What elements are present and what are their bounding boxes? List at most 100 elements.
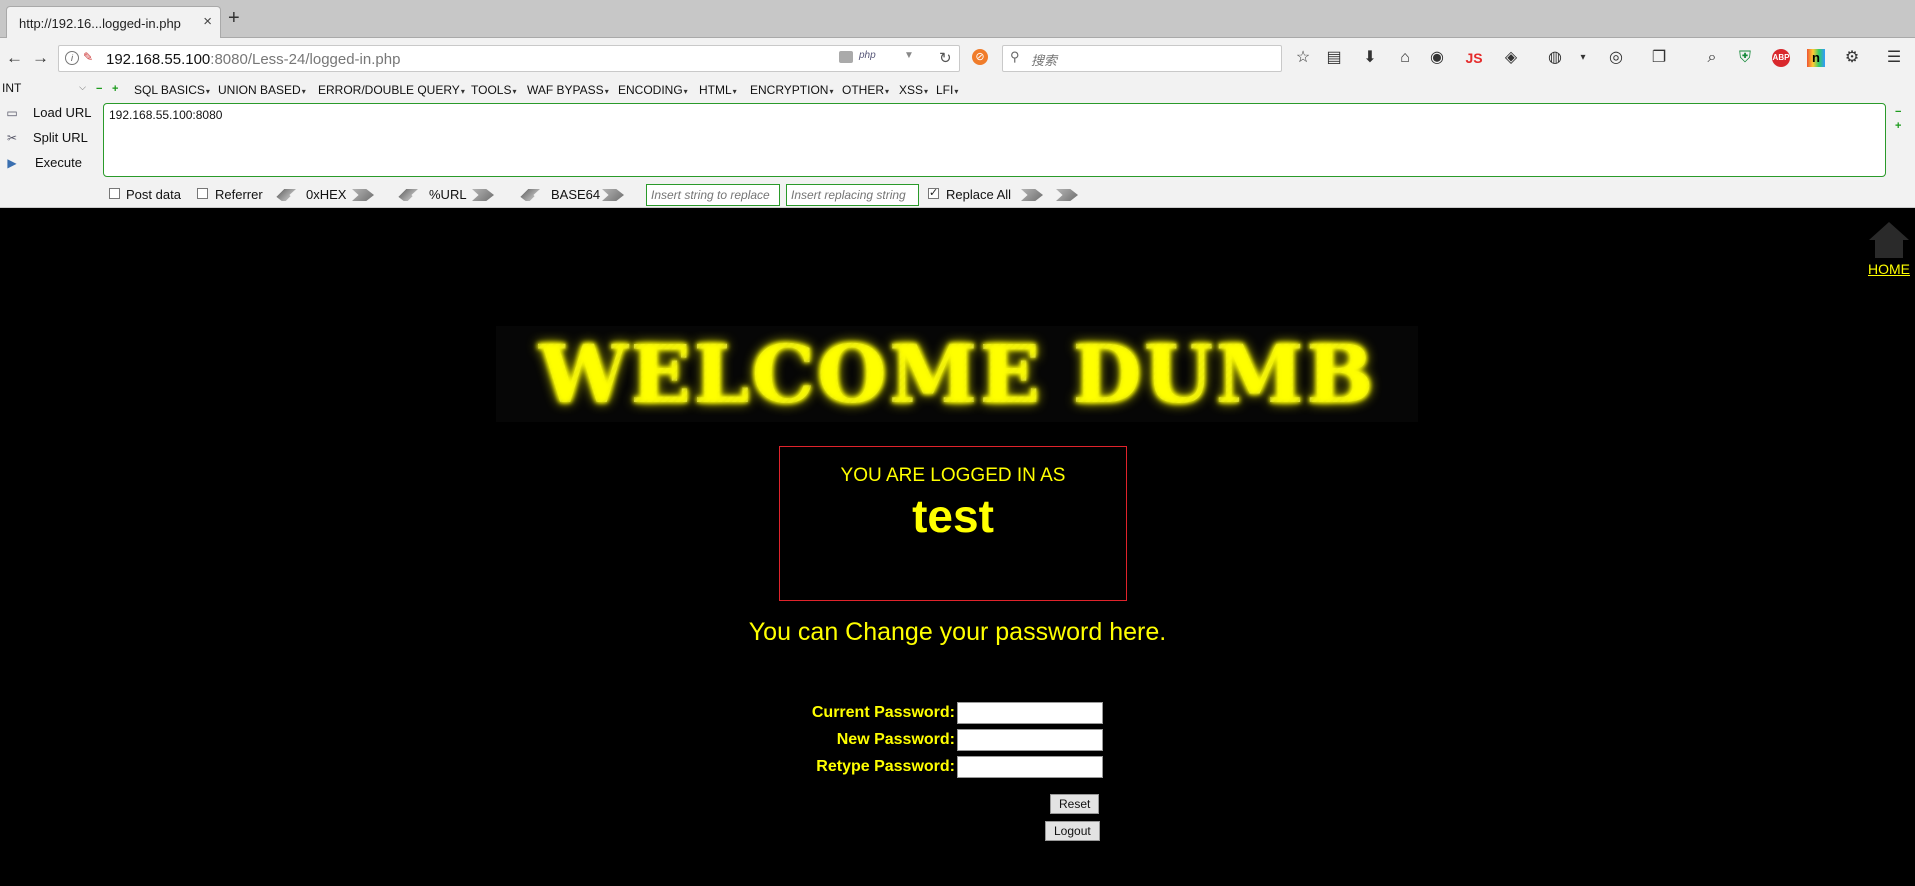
- reading-list-icon[interactable]: ▤: [1323, 47, 1345, 69]
- url-encode-arrow-icon[interactable]: [472, 189, 494, 201]
- page-action-icon[interactable]: [839, 51, 853, 63]
- menu-xss[interactable]: XSS▾: [899, 83, 928, 97]
- play-icon: ▶: [7, 156, 17, 170]
- chevron-down-icon[interactable]: ▾: [1572, 47, 1594, 69]
- chevron-down-icon[interactable]: ▼: [904, 50, 914, 61]
- address-text[interactable]: 192.168.55.100:8080/Less-24/logged-in.ph…: [106, 51, 400, 68]
- post-data-label: Post data: [126, 187, 181, 202]
- referrer-label: Referrer: [215, 187, 263, 202]
- javascript-toggle-icon[interactable]: JS: [1463, 47, 1485, 69]
- retype-password-row: Retype Password:: [780, 756, 1105, 783]
- colorful-extension-icon[interactable]: n: [1807, 49, 1825, 67]
- hex-decode-arrow-icon[interactable]: [274, 189, 296, 201]
- hex-label: 0xHEX: [306, 187, 347, 202]
- menu-label: ENCRYPTION: [750, 83, 829, 97]
- plus-icon[interactable]: +: [112, 83, 118, 95]
- load-url-button[interactable]: ▭ Load URL: [4, 102, 102, 124]
- replacing-string-input[interactable]: [786, 184, 919, 206]
- reset-button[interactable]: Reset: [1050, 794, 1100, 814]
- menu-other[interactable]: OTHER▾: [842, 83, 889, 97]
- sync-extension-icon[interactable]: ⚙: [1841, 47, 1863, 69]
- clipboard-extension-icon[interactable]: ❐: [1648, 47, 1670, 69]
- reload-icon[interactable]: ↻: [939, 49, 952, 67]
- url-host: 192.168.55.100: [106, 51, 211, 68]
- menu-encryption[interactable]: ENCRYPTION▾: [750, 83, 833, 97]
- logged-in-label: YOU ARE LOGGED IN AS: [840, 465, 1066, 486]
- forward-icon[interactable]: →: [32, 48, 49, 68]
- menu-tools[interactable]: TOOLS▾: [471, 83, 516, 97]
- scissors-icon: ✂: [6, 131, 18, 145]
- referrer-checkbox[interactable]: [197, 188, 208, 199]
- hackbar-panel: ▭ Load URL ✂ Split URL ▶ Execute 192.168…: [0, 102, 1915, 208]
- execute-label: Execute: [35, 155, 82, 170]
- menu-error-double-query[interactable]: ERROR/DOUBLE QUERY▾: [318, 83, 465, 97]
- zoom-icon[interactable]: ⌕: [1701, 47, 1723, 69]
- menu-sql-basics[interactable]: SQL BASICS▾: [134, 83, 210, 97]
- new-password-input[interactable]: [957, 729, 1103, 751]
- replace-arrow-icon[interactable]: [1021, 189, 1043, 201]
- palette-icon[interactable]: ◍: [1544, 47, 1566, 69]
- menu-encoding[interactable]: ENCODING▾: [618, 83, 688, 97]
- menu-waf-bypass[interactable]: WAF BYPASS▾: [527, 83, 609, 97]
- chevron-down-icon: ⌵: [79, 82, 86, 92]
- address-bar[interactable]: i ✎ 192.168.55.100:8080/Less-24/logged-i…: [58, 45, 960, 72]
- php-badge: php: [859, 50, 876, 61]
- minus-icon[interactable]: −: [1895, 106, 1901, 118]
- stop-extension-icon[interactable]: ⊘: [972, 49, 988, 65]
- menu-label: XSS: [899, 83, 924, 97]
- retype-password-input[interactable]: [957, 756, 1103, 778]
- menu-icon[interactable]: ☰: [1883, 47, 1905, 69]
- search-box[interactable]: ⚲: [1002, 45, 1282, 72]
- encoding-select-value: INT: [2, 81, 22, 95]
- menu-html[interactable]: HTML▾: [699, 83, 737, 97]
- plus-icon[interactable]: +: [1895, 120, 1901, 132]
- load-url-icon: ▭: [6, 106, 18, 120]
- replace-all-arrow-icon[interactable]: [1056, 189, 1078, 201]
- base64-decode-arrow-icon[interactable]: [518, 189, 540, 201]
- menu-label: ERROR/DOUBLE QUERY: [318, 83, 460, 97]
- menu-label: TOOLS: [471, 83, 512, 97]
- download-icon[interactable]: ⬇: [1359, 47, 1381, 69]
- split-url-label: Split URL: [33, 130, 88, 145]
- new-tab-icon[interactable]: +: [228, 8, 240, 28]
- tab-bar: http://192.16...logged-in.php × +: [0, 0, 1915, 38]
- adblock-icon[interactable]: ABP: [1772, 49, 1790, 67]
- new-password-label: New Password:: [836, 731, 955, 748]
- page-content: HOME WELCOME DUMB YOU ARE LOGGED IN AS t…: [0, 208, 1915, 886]
- logout-button[interactable]: Logout: [1045, 821, 1100, 841]
- replace-all-checkbox[interactable]: [928, 186, 939, 199]
- hackbar-url-textarea[interactable]: 192.168.55.100:8080: [103, 103, 1886, 177]
- menu-label: UNION BASED: [218, 83, 301, 97]
- bookmark-star-icon[interactable]: ☆: [1292, 47, 1314, 69]
- replace-string-input[interactable]: [646, 184, 780, 206]
- split-url-button[interactable]: ✂ Split URL: [4, 127, 102, 149]
- execute-button[interactable]: ▶ Execute: [4, 152, 102, 174]
- current-password-input[interactable]: [957, 702, 1103, 724]
- url-path: :8080/Less-24/logged-in.php: [210, 51, 401, 68]
- home-link[interactable]: HOME: [1866, 222, 1912, 277]
- change-password-text: You can Change your password here.: [748, 618, 1167, 646]
- globe-extension-icon[interactable]: ◉: [1426, 47, 1448, 69]
- home-icon[interactable]: ⌂: [1394, 47, 1416, 69]
- back-icon[interactable]: ←: [6, 48, 23, 68]
- welcome-banner-text: WELCOME DUMB: [538, 327, 1376, 421]
- search-input[interactable]: [1029, 49, 1273, 71]
- menu-lfi[interactable]: LFI▾: [936, 83, 958, 97]
- close-tab-icon[interactable]: ×: [203, 13, 212, 30]
- shield-icon[interactable]: ⛨: [1734, 47, 1756, 69]
- proxy-extension-icon[interactable]: ◈: [1500, 47, 1522, 69]
- new-password-row: New Password:: [780, 729, 1105, 756]
- disk-extension-icon[interactable]: ◎: [1605, 47, 1627, 69]
- encoding-select[interactable]: INT ⌵: [2, 81, 88, 99]
- base64-encode-arrow-icon[interactable]: [602, 189, 624, 201]
- url-decode-arrow-icon[interactable]: [396, 189, 418, 201]
- post-data-checkbox[interactable]: [109, 188, 120, 199]
- hackbar-menu: INT ⌵ − + SQL BASICS▾ UNION BASED▾ ERROR…: [0, 80, 1915, 102]
- minus-icon[interactable]: −: [96, 83, 102, 95]
- active-tab[interactable]: http://192.16...logged-in.php ×: [6, 6, 221, 38]
- hex-encode-arrow-icon[interactable]: [352, 189, 374, 201]
- menu-union-based[interactable]: UNION BASED▾: [218, 83, 306, 97]
- info-icon[interactable]: i: [65, 51, 79, 65]
- username: test: [912, 490, 994, 542]
- insecure-icon: ✎: [83, 50, 94, 64]
